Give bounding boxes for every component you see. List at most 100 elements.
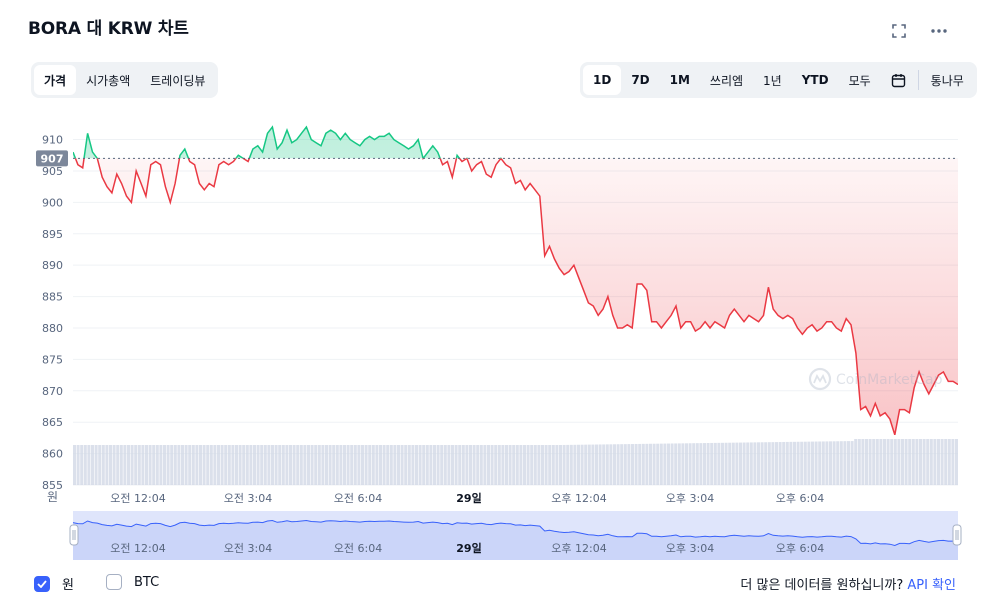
- navigator-right-handle[interactable]: [952, 524, 962, 546]
- volume-bar: [127, 445, 130, 485]
- volume-bar: [584, 444, 588, 485]
- volume-bar: [461, 445, 465, 485]
- navigator-tick-label: 오전 3:04: [224, 542, 272, 555]
- volume-bar: [551, 445, 555, 485]
- tab-tradingview[interactable]: 트레이딩뷰: [140, 65, 215, 95]
- volume-bar: [379, 445, 382, 485]
- volume-bar: [249, 445, 253, 485]
- volume-bar: [407, 445, 411, 485]
- range-7d[interactable]: 7D: [621, 65, 659, 95]
- volume-bar: [937, 439, 940, 485]
- volume-bar: [667, 443, 670, 485]
- volume-bar: [901, 439, 904, 485]
- volume-bar: [847, 441, 850, 485]
- log-scale-toggle[interactable]: 통나무: [921, 65, 974, 95]
- volume-bar: [123, 445, 127, 485]
- legend-krw[interactable]: 원: [34, 574, 74, 593]
- tab-price[interactable]: 가격: [34, 65, 77, 95]
- volume-bar: [238, 445, 242, 485]
- volume-bar: [263, 445, 267, 485]
- y-tick-label: 875: [42, 353, 63, 366]
- volume-bar: [94, 445, 98, 485]
- legend-btc[interactable]: BTC: [106, 574, 159, 590]
- volume-bar: [782, 441, 786, 485]
- volume-bar: [814, 441, 818, 485]
- volume-bar: [141, 445, 145, 485]
- volume-bar: [447, 445, 451, 485]
- checkbox-empty-icon[interactable]: [106, 574, 122, 590]
- volume-bar: [245, 445, 249, 485]
- volume-bar: [623, 444, 627, 485]
- volume-bar: [260, 445, 264, 485]
- navigator-tick-label: 오후 6:04: [776, 542, 824, 555]
- volume-bar: [843, 441, 847, 485]
- volume-bar: [663, 443, 667, 485]
- navigator-tick-label: 오후 3:04: [666, 542, 714, 555]
- volume-bar: [325, 445, 328, 485]
- metric-tab-group: 가격 시가총액 트레이딩뷰: [31, 62, 219, 98]
- volume-bar: [425, 445, 429, 485]
- range-1d[interactable]: 1D: [583, 65, 622, 95]
- volume-bar: [731, 442, 735, 485]
- volume-bar: [721, 442, 724, 485]
- more-horizontal-icon[interactable]: [928, 20, 950, 42]
- volume-bar: [854, 439, 858, 485]
- volume-bar: [591, 444, 595, 485]
- volume-bar: [87, 445, 91, 485]
- volume-bar: [418, 445, 422, 485]
- volume-bar: [771, 442, 775, 485]
- navigator-left-handle[interactable]: [69, 524, 79, 546]
- navigator-tick-label: 오전 12:04: [110, 542, 165, 555]
- legend-btc-label: BTC: [134, 574, 160, 590]
- volume-bar: [832, 441, 836, 485]
- volume-bar: [328, 445, 332, 485]
- volume-bar: [602, 444, 606, 485]
- volume-bar: [526, 445, 530, 485]
- volume-bar: [897, 439, 901, 485]
- volume-bar: [415, 445, 418, 485]
- volume-bar: [785, 441, 789, 485]
- api-promo: 더 많은 데이터를 원하십니까? API 확인: [740, 574, 956, 593]
- volume-bar: [357, 445, 361, 485]
- checkbox-checked-icon[interactable]: [34, 575, 50, 592]
- y-tick-label: 860: [42, 448, 63, 461]
- volume-bar: [411, 445, 415, 485]
- range-all[interactable]: 모두: [839, 65, 881, 95]
- range-3m[interactable]: 쓰리엠: [700, 65, 753, 95]
- volume-bar: [868, 439, 872, 485]
- volume-bar: [580, 444, 584, 485]
- range-1m[interactable]: 1M: [660, 65, 700, 95]
- volume-bar: [184, 445, 188, 485]
- volume-bar: [753, 442, 757, 485]
- tab-market-cap[interactable]: 시가총액: [76, 65, 140, 95]
- volume-bar: [490, 445, 494, 485]
- volume-bar: [163, 445, 166, 485]
- volume-bar: [397, 445, 400, 485]
- volume-bar: [451, 445, 454, 485]
- volume-bar: [825, 441, 829, 485]
- volume-bar: [191, 445, 195, 485]
- range-1y[interactable]: 1년: [753, 65, 792, 95]
- navigator-tick-label: 오전 6:04: [334, 542, 382, 555]
- calendar-icon[interactable]: [881, 65, 916, 95]
- volume-bar: [314, 445, 318, 485]
- volume-bar: [789, 441, 793, 485]
- volume-bar: [109, 445, 112, 485]
- volume-bar: [469, 445, 472, 485]
- volume-bar: [371, 445, 375, 485]
- volume-bar: [454, 445, 458, 485]
- range-ytd[interactable]: YTD: [792, 65, 839, 95]
- volume-bar: [220, 445, 224, 485]
- volume-bar: [364, 445, 368, 485]
- volume-bar: [645, 443, 649, 485]
- volume-bar: [933, 439, 937, 485]
- volume-bar: [145, 445, 148, 485]
- volume-bar: [760, 442, 764, 485]
- volume-bar: [951, 439, 955, 485]
- volume-bar: [429, 445, 433, 485]
- api-link[interactable]: API 확인: [907, 578, 956, 593]
- volume-bar: [487, 445, 490, 485]
- fullscreen-icon[interactable]: [888, 20, 910, 42]
- volume-bar: [609, 444, 613, 485]
- volume-bar: [76, 445, 80, 485]
